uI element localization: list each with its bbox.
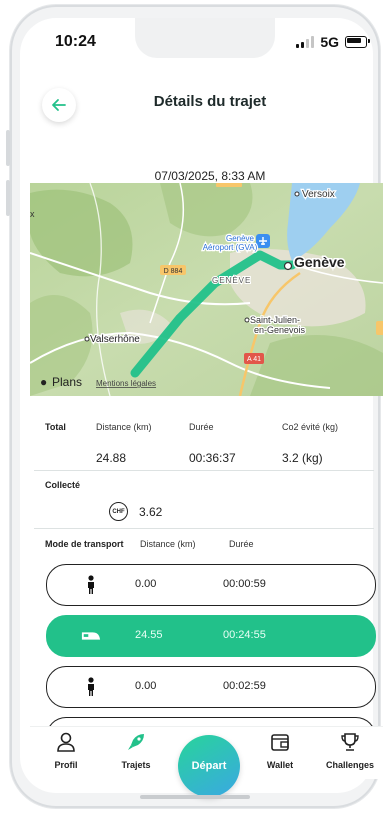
status-indicators: 5G xyxy=(296,34,370,50)
walking-icon xyxy=(81,677,101,697)
road-badge-top xyxy=(216,183,242,187)
map-label-versoix: Versoix xyxy=(302,189,335,200)
svg-text:A 41: A 41 xyxy=(247,356,261,363)
trip-datetime: 07/03/2025, 8:33 AM xyxy=(154,169,266,183)
nav-challenges[interactable]: Challenges xyxy=(320,731,380,770)
depart-button[interactable]: Départ xyxy=(178,735,240,797)
transport-duration-header: Durée xyxy=(229,539,254,549)
valserhone-marker xyxy=(84,336,90,342)
versoix-marker xyxy=(294,191,300,197)
nav-profil[interactable]: Profil xyxy=(36,731,96,770)
arrow-left-icon xyxy=(52,99,66,111)
user-icon xyxy=(57,732,75,752)
map-attribution-plans: Plans xyxy=(52,375,82,389)
map-label-geneve: Genève xyxy=(294,254,345,270)
divider xyxy=(34,528,374,529)
nav-wallet-label: Wallet xyxy=(266,760,294,770)
saint-julien-marker xyxy=(244,317,250,323)
svg-text:D 884: D 884 xyxy=(164,268,183,275)
wallet-icon xyxy=(271,734,289,751)
legal-link[interactable]: Mentions légales xyxy=(96,379,156,388)
total-label: Total xyxy=(45,422,66,432)
mode-distance: 0.00 xyxy=(135,578,157,590)
transport-distance-header: Distance (km) xyxy=(140,539,196,549)
chf-coin-icon: CHF xyxy=(109,502,128,521)
nav-profil-label: Profil xyxy=(54,760,78,770)
nav-trajets-label: Trajets xyxy=(121,760,151,770)
back-button[interactable] xyxy=(42,88,76,122)
map-attribution-brand: ● xyxy=(40,375,47,389)
map-label-geneve-area: GENÈVE xyxy=(212,276,251,285)
nav-trajets[interactable]: Trajets xyxy=(106,731,166,770)
nav-wallet[interactable]: Wallet xyxy=(250,731,310,770)
mode-duration: 00:00:59 xyxy=(223,578,266,590)
mode-duration: 00:02:59 xyxy=(223,680,266,692)
walking-icon xyxy=(81,575,101,595)
route-map[interactable]: D 884 A 41 Versoix Genève Aéroport (GVA) … xyxy=(30,183,383,396)
map-label-edge: x xyxy=(30,209,35,219)
dynamic-island xyxy=(135,18,275,58)
geneve-marker xyxy=(283,261,293,271)
total-distance-header: Distance (km) xyxy=(96,422,152,432)
rocket-icon xyxy=(128,734,144,750)
network-label: 5G xyxy=(320,34,339,50)
signal-icon xyxy=(296,36,315,48)
phone-side-button xyxy=(6,130,10,166)
total-co2: 3.2 (kg) xyxy=(282,451,323,465)
map-label-saint-julien: Saint-Julien-en-Genevois xyxy=(250,315,306,335)
total-co2-header: Co2 évité (kg) xyxy=(282,422,339,432)
phone-side-button xyxy=(6,180,10,216)
transport-mode-row[interactable]: 0.00 00:00:59 xyxy=(46,564,376,606)
mode-duration: 00:24:55 xyxy=(223,629,266,641)
total-duration-header: Durée xyxy=(189,422,214,432)
transport-label: Mode de transport xyxy=(45,539,124,549)
train-icon xyxy=(81,626,101,646)
home-indicator xyxy=(140,795,250,799)
transport-mode-row[interactable]: 0.00 00:02:59 xyxy=(46,666,376,708)
total-duration: 00:36:37 xyxy=(189,451,236,465)
mode-distance: 24.55 xyxy=(135,629,163,641)
status-time: 10:24 xyxy=(55,33,96,50)
road-badge-edge xyxy=(376,321,383,335)
collected-amount: 3.62 xyxy=(139,505,163,519)
trophy-icon xyxy=(341,733,359,751)
map-label-valserhone: Valserhône xyxy=(90,334,140,345)
total-distance: 24.88 xyxy=(96,451,127,465)
mode-distance: 0.00 xyxy=(135,680,157,692)
collected-label: Collecté xyxy=(45,480,81,490)
page-title: Détails du trajet xyxy=(153,93,267,110)
nav-challenges-label: Challenges xyxy=(325,760,374,770)
battery-icon xyxy=(345,36,370,48)
transport-mode-row[interactable]: 24.55 00:24:55 xyxy=(46,615,376,657)
divider xyxy=(34,470,374,471)
